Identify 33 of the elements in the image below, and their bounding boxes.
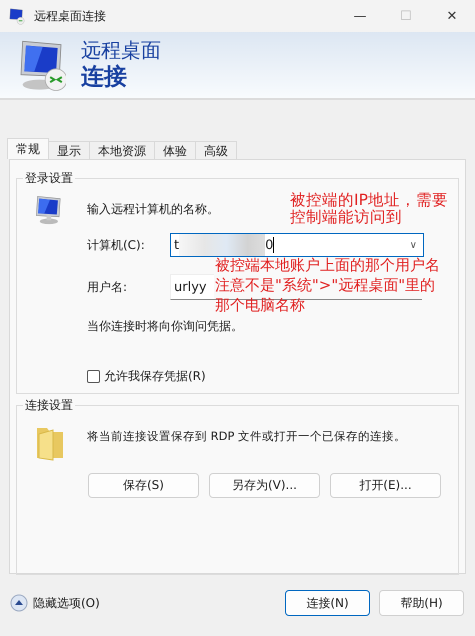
tab[interactable]: 常规 bbox=[7, 138, 49, 159]
tab[interactable]: 高级 bbox=[195, 141, 237, 159]
username-label: 用户名: bbox=[87, 278, 128, 296]
prompt-text: 输入远程计算机的名称。 bbox=[87, 201, 219, 218]
group-legend: 连接设置 bbox=[23, 397, 75, 414]
username-field[interactable]: urlyy bbox=[170, 274, 214, 300]
tab[interactable]: 体验 bbox=[154, 141, 196, 159]
annotation-text: 控制端能访问到 bbox=[290, 209, 402, 226]
annotation-text: 被控端本地账户上面的那个用户名 bbox=[215, 255, 440, 275]
action-button[interactable]: 另存为(V)... bbox=[209, 473, 320, 498]
annotation-text: 那个电脑名称 bbox=[215, 295, 305, 315]
computer-label: 计算机(C): bbox=[87, 236, 146, 254]
action-button[interactable]: 保存(S) bbox=[88, 473, 199, 498]
connection-description: 将当前连接设置保存到 RDP 文件或打开一个已保存的连接。 bbox=[87, 429, 406, 445]
annotation-text: 注意不是"系统">"远程桌面"里的 bbox=[215, 275, 436, 295]
action-button[interactable]: 打开(E)... bbox=[330, 473, 441, 498]
help-button[interactable]: 帮助(H) bbox=[379, 590, 464, 616]
tab[interactable]: 显示 bbox=[48, 141, 90, 159]
save-credentials-checkbox[interactable]: 允许我保存凭据(R) bbox=[87, 368, 458, 385]
connect-button[interactable]: 连接(N) bbox=[285, 590, 370, 616]
close-button[interactable]: ✕ bbox=[429, 8, 475, 24]
app-icon bbox=[8, 7, 26, 25]
window-title: 远程桌面连接 bbox=[34, 8, 107, 24]
annotation-text: 被控端的IP地址，需要 bbox=[290, 192, 448, 209]
banner-title: 远程桌面 bbox=[81, 38, 161, 62]
dropdown-icon[interactable]: ∨ bbox=[410, 240, 417, 250]
collapse-icon[interactable] bbox=[10, 594, 28, 612]
hide-options-toggle[interactable]: 隐藏选项(O) bbox=[33, 594, 100, 612]
tab[interactable]: 本地资源 bbox=[89, 141, 155, 159]
banner-subtitle: 连接 bbox=[81, 63, 128, 92]
credentials-note: 当你连接时将向你询问凭据。 bbox=[87, 318, 244, 335]
minimize-button[interactable]: — bbox=[337, 8, 383, 24]
computer-field[interactable]: t 0 ∨ bbox=[170, 233, 424, 257]
